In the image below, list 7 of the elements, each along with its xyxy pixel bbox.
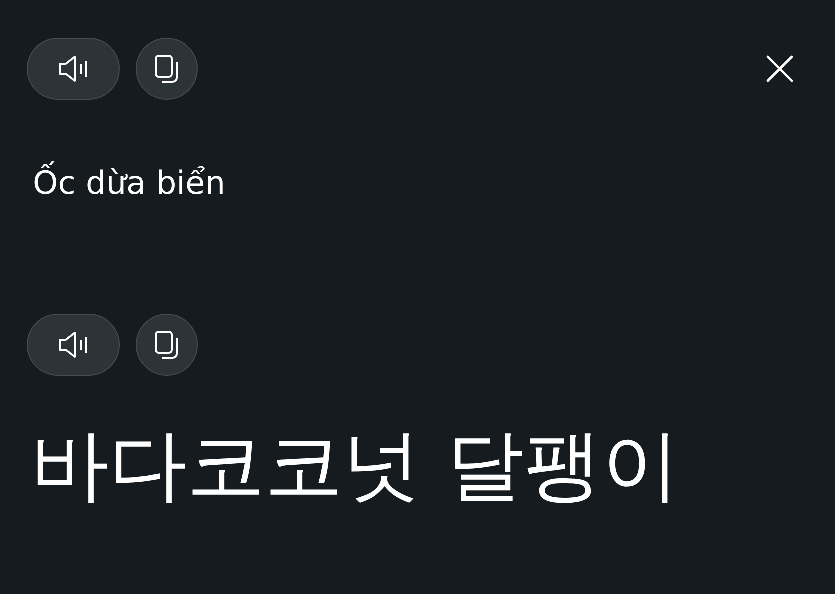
speaker-icon xyxy=(58,55,90,83)
translation-text: 바다코코넛 달팽이 xyxy=(31,420,681,513)
close-button[interactable] xyxy=(765,54,795,84)
copy-icon xyxy=(154,330,180,360)
source-text: Ốc dừa biển xyxy=(33,162,795,204)
copy-icon xyxy=(154,54,180,84)
speaker-icon xyxy=(58,331,90,359)
